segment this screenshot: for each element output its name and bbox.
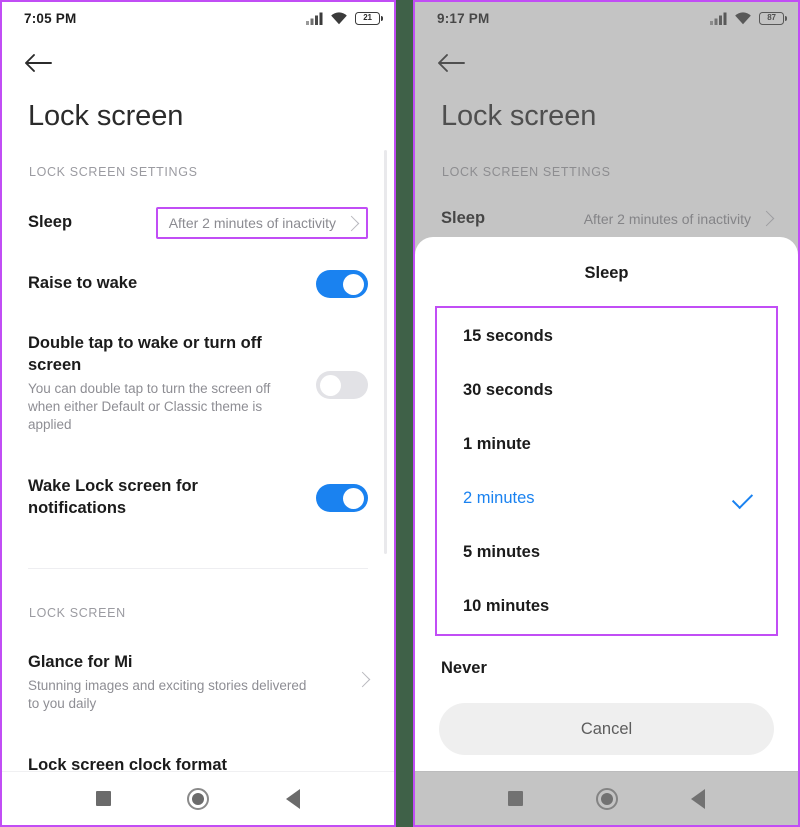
sleep-option-1-minute[interactable]: 1 minute — [437, 417, 776, 471]
section-header-lock-screen-settings: LOCK SCREEN SETTINGS — [29, 165, 198, 179]
battery-icon: 21 — [355, 11, 384, 25]
setting-row-wake-lock-screen[interactable]: Wake Lock screen for notifications — [2, 476, 394, 520]
chevron-right-icon — [354, 671, 371, 688]
wifi-icon — [735, 12, 751, 25]
status-time: 9:17 PM — [437, 10, 490, 26]
scrollbar[interactable] — [384, 150, 387, 554]
chevron-right-icon — [343, 215, 360, 231]
double-tap-title: Double tap to wake or turn off screen — [28, 334, 262, 374]
setting-row-sleep[interactable]: Sleep After 2 minutes of inactivity — [2, 207, 394, 239]
section-divider — [28, 568, 368, 569]
toggle-knob — [343, 487, 364, 509]
sleep-option-30-seconds[interactable]: 30 seconds — [437, 363, 776, 417]
setting-row-double-tap[interactable]: Double tap to wake or turn off screen Yo… — [2, 333, 394, 435]
status-time: 7:05 PM — [24, 10, 77, 26]
square-recents-icon[interactable] — [96, 791, 112, 806]
back-arrow-icon — [25, 54, 52, 72]
circle-home-icon[interactable] — [187, 787, 210, 810]
option-label: 15 seconds — [463, 326, 553, 345]
left-nav-bar — [2, 771, 394, 825]
sleep-option-2-minutes[interactable]: 2 minutes — [437, 471, 776, 525]
sleep-option-never[interactable]: Never — [415, 641, 798, 695]
setting-row-raise-to-wake[interactable]: Raise to wake — [2, 270, 394, 298]
triangle-back-icon[interactable] — [691, 788, 706, 809]
sleep-option-15-seconds[interactable]: 15 seconds — [437, 309, 776, 363]
cancel-button[interactable]: Cancel — [439, 703, 774, 755]
wake-lock-screen-title: Wake Lock screen for notifications — [28, 477, 198, 517]
page-title: Lock screen — [441, 100, 597, 132]
raise-to-wake-title: Raise to wake — [28, 274, 138, 293]
option-label: 10 minutes — [463, 596, 550, 615]
sleep-option-10-minutes[interactable]: 10 minutes — [437, 579, 776, 633]
section-header-lock-screen: LOCK SCREEN — [29, 606, 126, 620]
sleep-dialog: Sleep 15 seconds 30 seconds 1 minute 2 m… — [415, 237, 798, 771]
sleep-dialog-title: Sleep — [584, 264, 629, 282]
sleep-value-group: After 2 minutes of inactivity — [583, 210, 775, 227]
double-tap-texts: Double tap to wake or turn off screen Yo… — [28, 333, 302, 435]
toggle-knob — [320, 374, 341, 396]
section-header-lock-screen-settings: LOCK SCREEN SETTINGS — [442, 165, 611, 179]
sleep-row-texts: Sleep — [28, 212, 156, 234]
setting-row-glance-for-mi[interactable]: Glance for Mi Stunning images and exciti… — [2, 652, 394, 713]
wake-lock-screen-toggle[interactable] — [316, 484, 368, 512]
page-title: Lock screen — [28, 100, 184, 132]
sleep-row-title: Sleep — [441, 209, 486, 227]
glance-for-mi-subtitle: Stunning images and exciting stories del… — [28, 677, 307, 712]
left-phone-screen: 7:05 PM 21 Lock screen LOCK SCREEN SETTI… — [2, 2, 394, 825]
toggle-knob — [343, 273, 364, 295]
sleep-row-texts: Sleep — [441, 208, 584, 230]
battery-icon: 87 — [759, 11, 788, 25]
setting-row-sleep[interactable]: Sleep After 2 minutes of inactivity — [415, 208, 798, 230]
left-phone-panel: 7:05 PM 21 Lock screen LOCK SCREEN SETTI… — [0, 0, 396, 827]
option-label: 30 seconds — [463, 380, 553, 399]
square-recents-icon[interactable] — [507, 791, 523, 806]
option-label: Never — [441, 658, 487, 677]
option-label: 2 minutes — [463, 488, 535, 507]
checkmark-icon — [731, 487, 754, 509]
cellular-signal-icon — [306, 12, 323, 25]
sleep-option-5-minutes[interactable]: 5 minutes — [437, 525, 776, 579]
cellular-signal-icon — [710, 12, 727, 25]
circle-home-icon[interactable] — [595, 787, 618, 810]
glance-for-mi-title: Glance for Mi — [28, 653, 133, 671]
sleep-row-title: Sleep — [28, 213, 73, 232]
status-icon-group: 21 — [306, 11, 384, 25]
raise-to-wake-texts: Raise to wake — [28, 273, 302, 295]
option-label: 5 minutes — [463, 542, 541, 561]
sleep-row-value: After 2 minutes of inactivity — [168, 215, 336, 231]
sleep-row-value: After 2 minutes of inactivity — [583, 210, 751, 227]
raise-to-wake-toggle[interactable] — [316, 270, 368, 298]
back-arrow-icon — [438, 54, 465, 72]
sleep-options-highlight-box: 15 seconds 30 seconds 1 minute 2 minutes… — [435, 306, 778, 636]
battery-level: 87 — [767, 13, 776, 22]
glance-for-mi-texts: Glance for Mi Stunning images and exciti… — [28, 652, 343, 713]
wake-lock-screen-texts: Wake Lock screen for notifications — [28, 476, 302, 520]
double-tap-toggle[interactable] — [316, 371, 368, 399]
back-button[interactable] — [24, 46, 64, 80]
screenshot-stage: 7:05 PM 21 Lock screen LOCK SCREEN SETTI… — [0, 0, 800, 827]
chevron-right-icon — [758, 211, 775, 227]
right-nav-bar — [415, 771, 798, 825]
wifi-icon — [331, 12, 347, 25]
triangle-back-icon[interactable] — [285, 788, 300, 809]
sleep-value-highlight-box[interactable]: After 2 minutes of inactivity — [155, 207, 368, 239]
back-button[interactable] — [437, 46, 477, 80]
right-phone-panel: 9:17 PM 87 Lock screen LOCK SCREEN SETTI… — [413, 0, 800, 827]
right-phone-screen: 9:17 PM 87 Lock screen LOCK SCREEN SETTI… — [415, 2, 798, 825]
option-label: 1 minute — [463, 434, 531, 453]
left-status-bar: 7:05 PM 21 — [2, 2, 394, 34]
right-status-bar: 9:17 PM 87 — [415, 2, 798, 34]
status-icon-group: 87 — [710, 11, 788, 25]
double-tap-subtitle: You can double tap to turn the screen of… — [28, 380, 271, 433]
battery-level: 21 — [363, 13, 372, 22]
